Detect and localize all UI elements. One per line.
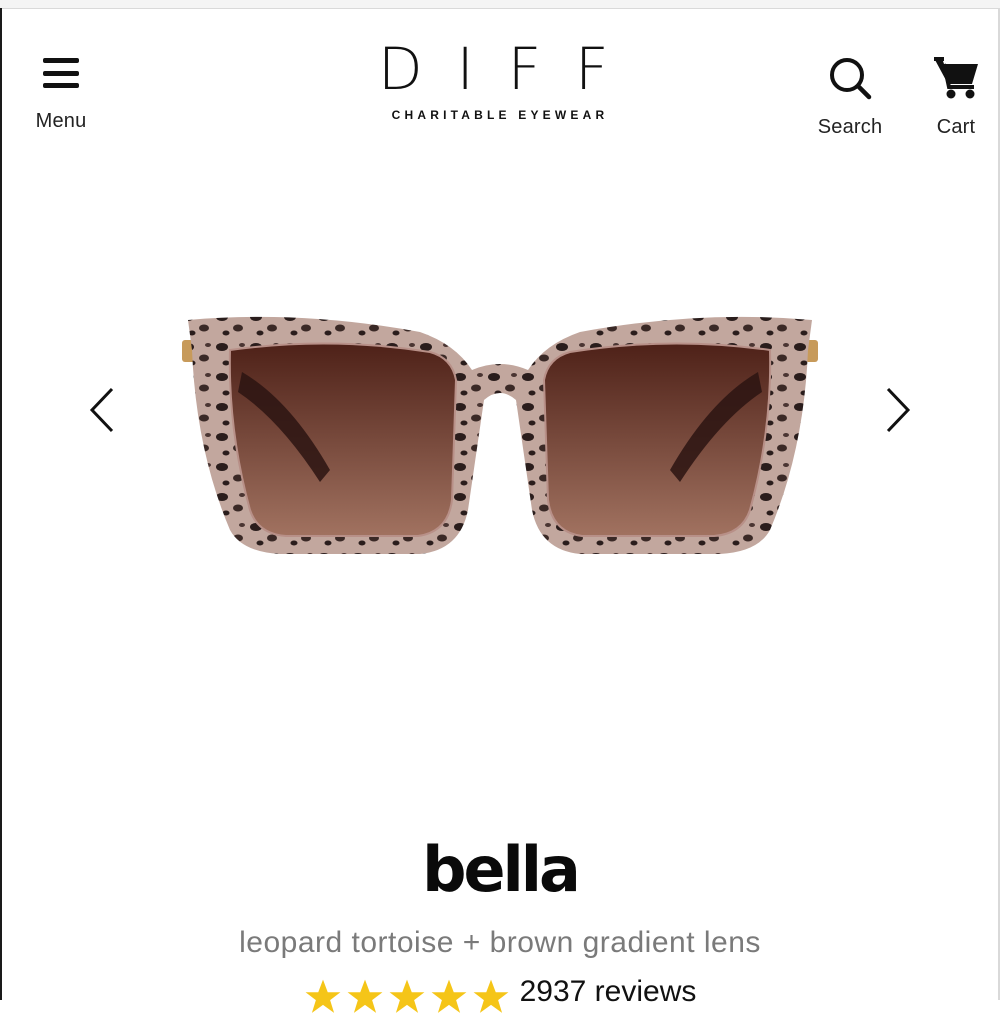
chevron-right-icon xyxy=(886,387,911,433)
rating-stars xyxy=(304,978,510,1016)
review-count[interactable]: 2937 reviews xyxy=(520,970,697,1014)
previous-image-button[interactable] xyxy=(82,380,122,440)
star-icon xyxy=(347,979,383,1013)
logo-tagline: CHARITABLE EYEWEAR xyxy=(391,108,609,122)
product-gallery xyxy=(0,230,1000,650)
next-image-button[interactable] xyxy=(878,380,918,440)
search-button[interactable]: Search xyxy=(808,56,892,146)
hamburger-icon xyxy=(43,58,79,88)
product-info: bella leopard tortoise + brown gradient … xyxy=(0,830,1000,960)
star-icon xyxy=(305,979,341,1013)
chevron-left-icon xyxy=(89,387,114,433)
site-header: Menu DIFF CHARITABLE EYEWEAR Search Cart xyxy=(0,8,1000,148)
product-variant: leopard tortoise + brown gradient lens xyxy=(239,926,761,959)
brand-logo[interactable]: DIFF CHARITABLE EYEWEAR xyxy=(360,36,640,136)
star-icon xyxy=(473,979,509,1013)
product-rating[interactable]: 2937 reviews xyxy=(0,970,1000,1016)
menu-button[interactable]: Menu xyxy=(28,50,94,142)
star-icon xyxy=(389,979,425,1013)
logo-wordmark: DIFF xyxy=(378,35,643,103)
cart-icon xyxy=(934,57,978,99)
search-icon xyxy=(830,58,872,100)
product-name: bella xyxy=(422,833,581,906)
sunglasses-image xyxy=(182,316,818,554)
menu-label: Menu xyxy=(35,110,87,132)
cart-label: Cart xyxy=(936,116,976,138)
search-label: Search xyxy=(817,116,883,138)
star-icon xyxy=(431,979,467,1013)
cart-button[interactable]: Cart xyxy=(920,54,992,146)
